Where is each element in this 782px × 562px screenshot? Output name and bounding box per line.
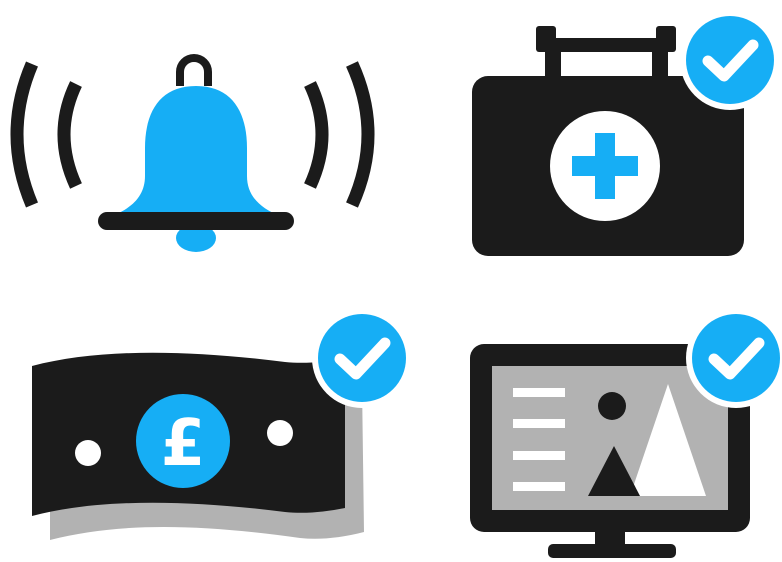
monitor-media-icon xyxy=(470,308,782,558)
screen-text-line xyxy=(513,388,565,397)
kit-handle-bar xyxy=(544,38,670,52)
pound-symbol: £ xyxy=(161,407,206,481)
sound-wave-left-inner xyxy=(57,81,82,189)
sound-wave-left-outer xyxy=(10,61,38,208)
banknote-pound-icon: £ xyxy=(32,308,412,540)
banknote-dot-right xyxy=(267,420,293,446)
icon-set: £ xyxy=(10,10,782,558)
alarm-bell-icon xyxy=(10,54,375,252)
bell-body xyxy=(112,86,280,216)
sound-wave-right-inner xyxy=(304,81,329,189)
picture-sun xyxy=(598,392,626,420)
bell-rim xyxy=(98,212,294,230)
check-badge-icon xyxy=(312,308,412,408)
sound-wave-right-outer xyxy=(346,61,375,208)
bell-loop xyxy=(176,54,212,86)
banknote-dot-left xyxy=(75,440,101,466)
screen-text-line xyxy=(513,419,565,428)
kit-cross-horizontal xyxy=(572,156,638,176)
first-aid-kit-icon xyxy=(472,10,780,256)
monitor-stand-base xyxy=(548,544,676,558)
screen-text-line xyxy=(513,482,565,491)
screen-text-line xyxy=(513,451,565,460)
check-badge-icon xyxy=(680,10,780,110)
check-badge-icon xyxy=(686,308,782,408)
